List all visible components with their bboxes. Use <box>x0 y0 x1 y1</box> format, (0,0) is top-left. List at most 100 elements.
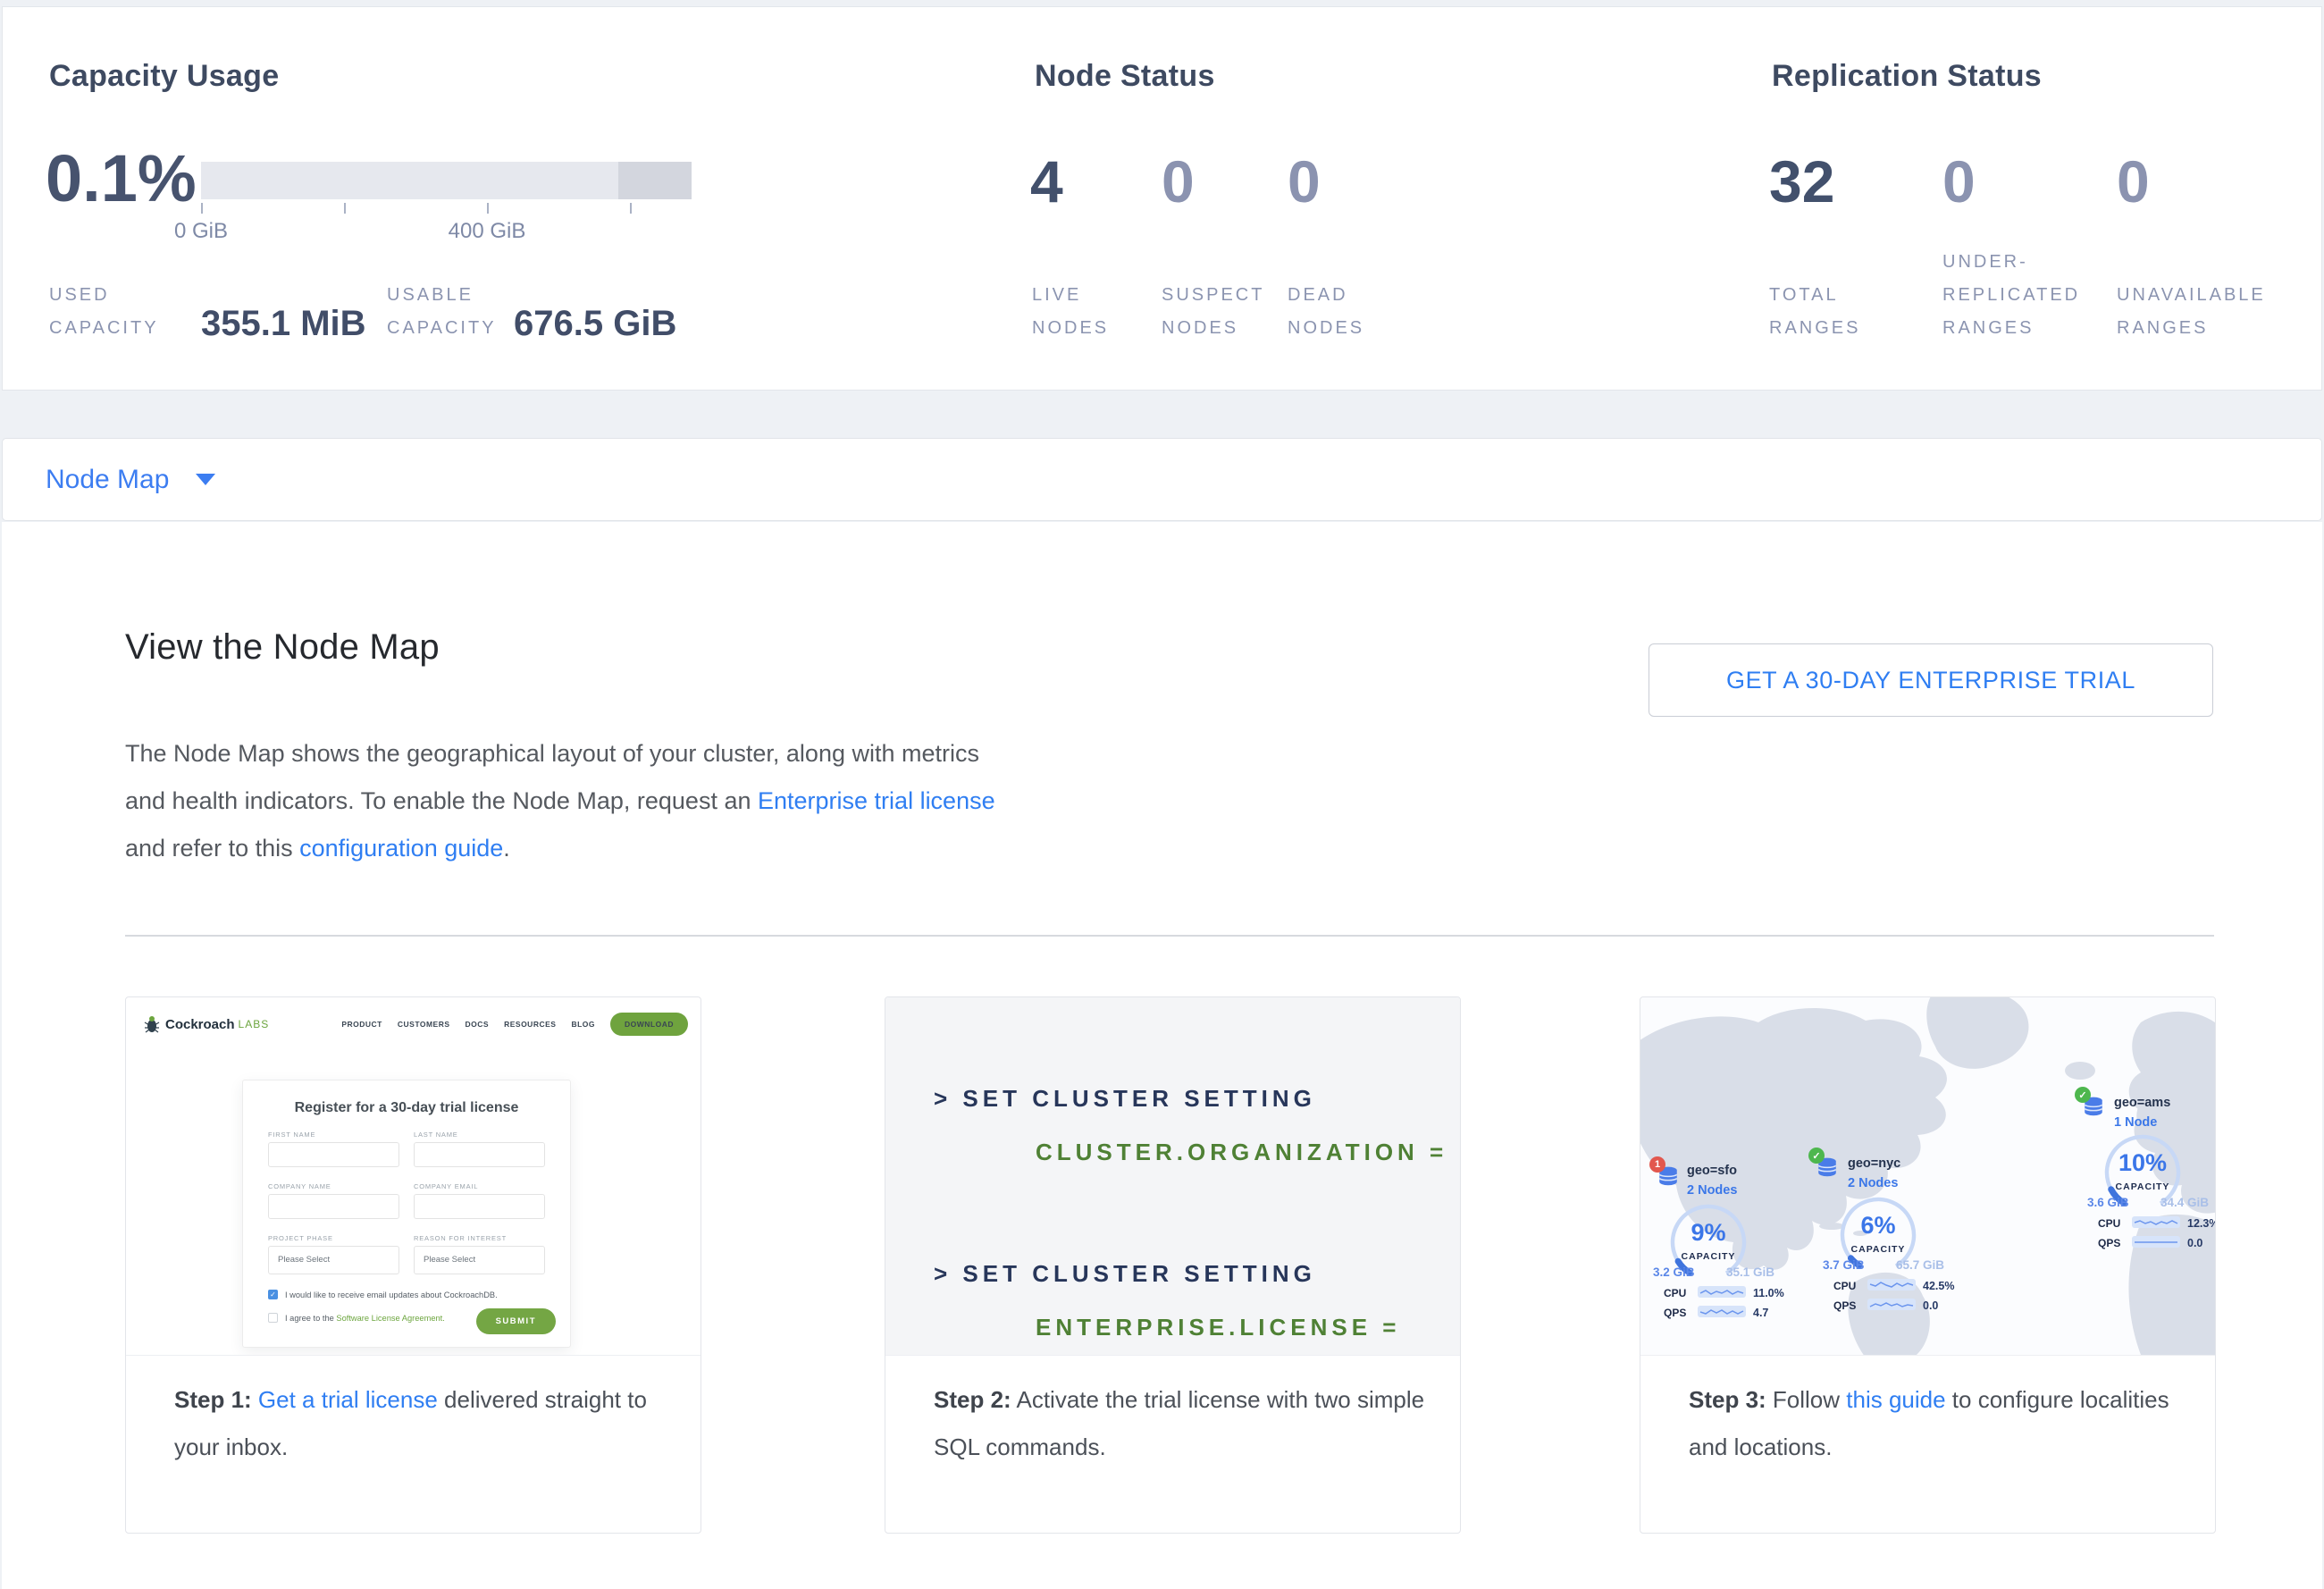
sfo-qps-sparkline <box>1698 1306 1746 1317</box>
sfo-locality-name: geo=sfo <box>1687 1164 1737 1178</box>
capacity-axis-label-0: 0 GiB <box>174 219 228 244</box>
sfo-used-capacity: 3.2 GiB <box>1653 1265 1695 1279</box>
ams-capacity-label: CAPACITY <box>2100 1181 2186 1192</box>
sfo-node-count: 2 Nodes <box>1687 1183 1737 1198</box>
capacity-axis-tick <box>344 203 346 214</box>
replication-status-title: Replication Status <box>1772 59 2042 94</box>
ams-qps-value: 0.0 <box>2187 1237 2202 1249</box>
capacity-usage-bar <box>201 162 692 199</box>
step1-card: Cockroach LABS PRODUCT CUSTOMERS DOCS RE… <box>125 996 701 1534</box>
sfo-cpu-value: 11.0% <box>1753 1287 1784 1299</box>
nyc-used-capacity: 3.7 GiB <box>1823 1258 1865 1272</box>
company-name-field <box>268 1194 399 1219</box>
step3-caption: Step 3: Follow this guide to configure l… <box>1689 1376 2183 1471</box>
capacity-bar-reserved-segment <box>618 162 692 199</box>
description-text: . <box>503 835 510 862</box>
nyc-qps-value: 0.0 <box>1923 1299 1938 1312</box>
dashboard-selector-value: Node Map <box>46 465 169 495</box>
live-nodes-label: LIVE NODES <box>1032 279 1166 345</box>
ams-used-capacity: 3.6 GiB <box>2087 1196 2129 1209</box>
step2-sql-illustration: > SET CLUSTER SETTING CLUSTER.ORGANIZATI… <box>885 997 1460 1356</box>
mini-nav-customers: CUSTOMERS <box>398 1020 450 1029</box>
project-phase-select: Please Select <box>268 1246 399 1274</box>
suspect-nodes-count: 0 <box>1162 148 1195 214</box>
capacity-usage-title: Capacity Usage <box>49 59 279 94</box>
nyc-cpu-sparkline <box>1867 1279 1916 1291</box>
sfo-cpu-sparkline <box>1698 1286 1746 1298</box>
step3-card: 1 geo=sfo 2 Nodes 9% CAPACITY 3.2 GiB 35… <box>1640 996 2216 1534</box>
step2-caption: Step 2: Activate the trial license with … <box>934 1376 1428 1471</box>
mini-nav-docs: DOCS <box>466 1020 490 1029</box>
sfo-error-badge: 1 <box>1649 1156 1665 1173</box>
this-guide-link[interactable]: this guide <box>1846 1386 1945 1413</box>
step1-caption: Step 1: Get a trial license delivered st… <box>174 1376 668 1471</box>
ams-qps-label: QPS <box>2098 1237 2120 1249</box>
company-name-label: COMPANY NAME <box>268 1182 399 1190</box>
cockroach-brand-text: Cockroach <box>165 1017 235 1032</box>
page-title: View the Node Map <box>125 627 440 668</box>
section-divider <box>125 935 2214 937</box>
mini-download-button: DOWNLOAD <box>610 1013 688 1036</box>
nyc-total-capacity: 65.7 GiB <box>1896 1258 1944 1272</box>
step3-node-map-illustration: 1 geo=sfo 2 Nodes 9% CAPACITY 3.2 GiB 35… <box>1640 997 2215 1356</box>
sql-set-cluster-setting-2: > SET CLUSTER SETTING <box>934 1258 1316 1289</box>
capacity-axis-tick <box>487 203 489 214</box>
email-updates-checkbox: ✓ <box>268 1290 278 1299</box>
capacity-axis-tick <box>630 203 632 214</box>
usable-capacity-value: 676.5 GiB <box>514 304 676 343</box>
labs-brand-text: LABS <box>239 1018 270 1030</box>
sfo-qps-label: QPS <box>1664 1307 1686 1319</box>
last-name-field <box>414 1142 545 1167</box>
nyc-capacity-percent: 6% <box>1835 1212 1921 1240</box>
usable-capacity-label: USABLE CAPACITY <box>387 279 508 345</box>
dead-nodes-label: DEAD NODES <box>1288 279 1422 345</box>
mini-nav-blog: BLOG <box>571 1020 595 1029</box>
chevron-down-icon <box>196 474 215 485</box>
ams-cpu-label: CPU <box>2098 1217 2120 1230</box>
configuration-guide-link[interactable]: configuration guide <box>299 835 503 862</box>
cockroach-labs-logo-icon <box>144 1015 160 1033</box>
nyc-qps-sparkline <box>1867 1299 1916 1310</box>
first-name-field <box>268 1142 399 1167</box>
sql-set-cluster-setting-1: > SET CLUSTER SETTING <box>934 1083 1316 1114</box>
mini-nav-resources: RESOURCES <box>504 1020 556 1029</box>
nyc-capacity-label: CAPACITY <box>1835 1244 1921 1255</box>
license-agreement-checkbox <box>268 1313 278 1323</box>
used-capacity-value: 355.1 MiB <box>201 304 366 343</box>
live-nodes-count: 4 <box>1030 148 1063 214</box>
get-enterprise-trial-button[interactable]: GET A 30-DAY ENTERPRISE TRIAL <box>1649 643 2213 717</box>
ams-locality-name: geo=ams <box>2114 1096 2170 1110</box>
cluster-overview-page: Capacity Usage 0.1% 0 GiB 400 GiB USED C… <box>0 0 2324 1589</box>
software-license-agreement-link: Software License Agreement. <box>336 1314 444 1323</box>
ams-cpu-sparkline <box>2132 1216 2180 1228</box>
mini-submit-button: SUBMIT <box>476 1308 556 1334</box>
nyc-qps-label: QPS <box>1833 1299 1856 1312</box>
dashboard-selector[interactable]: Node Map <box>46 439 215 520</box>
ams-total-capacity: 34.4 GiB <box>2160 1196 2209 1209</box>
unavailable-ranges-count: 0 <box>2117 148 2150 214</box>
node-map-description: The Node Map shows the geographical layo… <box>125 730 1005 872</box>
sfo-capacity-percent: 9% <box>1665 1219 1751 1247</box>
get-trial-license-link[interactable]: Get a trial license <box>258 1386 438 1413</box>
dashboard-selector-bar[interactable]: Node Map <box>2 438 2322 521</box>
sfo-qps-value: 4.7 <box>1753 1307 1768 1319</box>
sfo-capacity-label: CAPACITY <box>1665 1251 1751 1262</box>
under-replicated-ranges-count: 0 <box>1942 148 1976 214</box>
company-email-field <box>414 1194 545 1219</box>
dead-nodes-count: 0 <box>1288 148 1321 214</box>
last-name-label: LAST NAME <box>414 1131 545 1139</box>
mini-site-nav: PRODUCT CUSTOMERS DOCS RESOURCES BLOG DO… <box>341 1013 688 1036</box>
mini-nav-product: PRODUCT <box>341 1020 382 1029</box>
cluster-summary-panel: Capacity Usage 0.1% 0 GiB 400 GiB USED C… <box>2 6 2322 391</box>
suspect-nodes-label: SUSPECT NODES <box>1162 279 1296 345</box>
sfo-cpu-label: CPU <box>1664 1287 1686 1299</box>
nyc-node-count: 2 Nodes <box>1848 1176 1898 1190</box>
sql-cluster-organization: CLUSTER.ORGANIZATION = <box>1036 1137 1447 1167</box>
total-ranges-label: TOTAL RANGES <box>1769 279 1921 345</box>
nyc-healthy-badge: ✓ <box>1808 1148 1825 1164</box>
trial-license-form: Register for a 30-day trial license FIRS… <box>242 1080 571 1348</box>
used-capacity-label: USED CAPACITY <box>49 279 170 345</box>
description-text: and refer to this <box>125 835 299 862</box>
step1-screenshot: Cockroach LABS PRODUCT CUSTOMERS DOCS RE… <box>126 997 701 1356</box>
enterprise-trial-license-link[interactable]: Enterprise trial license <box>758 787 995 814</box>
